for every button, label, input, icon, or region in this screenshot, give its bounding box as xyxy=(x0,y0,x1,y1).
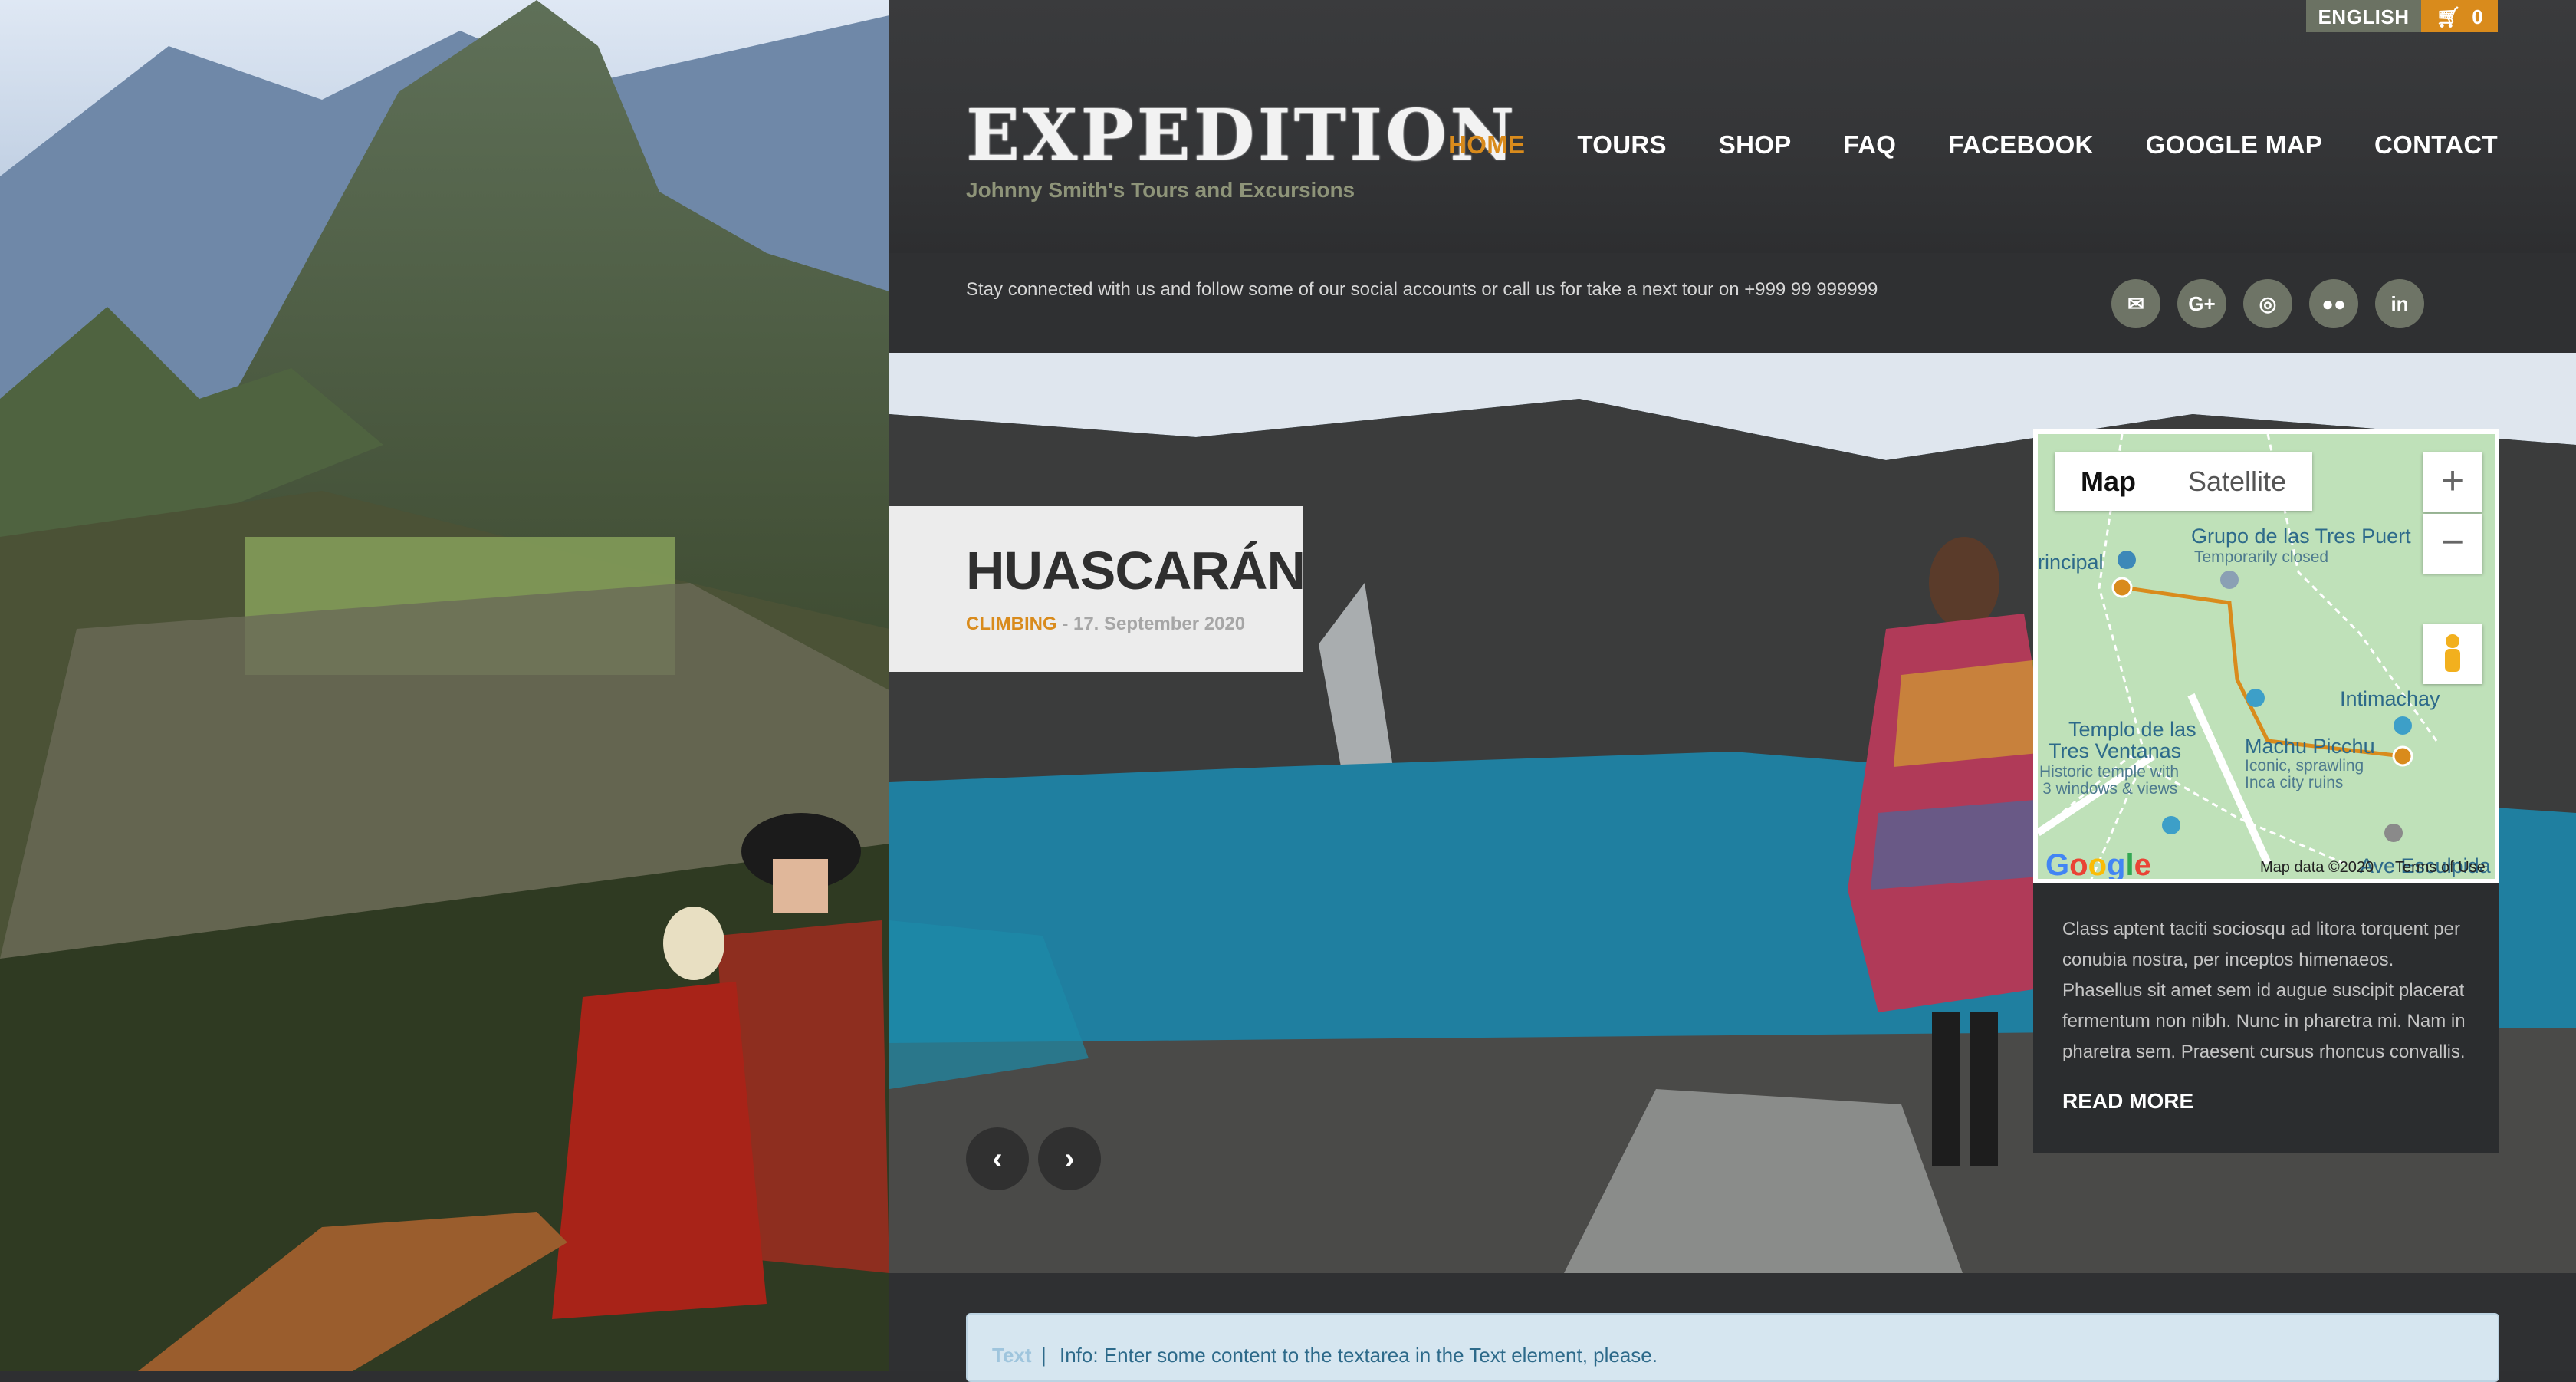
street-view-pegman-icon[interactable] xyxy=(2423,624,2482,684)
read-more-link[interactable]: READ MORE xyxy=(2062,1089,2193,1114)
map-tab-map[interactable]: Map xyxy=(2055,452,2162,511)
slide-info-text: Class aptent taciti sociosqu ad litora t… xyxy=(2062,919,2466,1062)
social-icons: ✉ G+ ◎ ●● in xyxy=(2111,279,2424,328)
slider-prev-button[interactable]: ‹ xyxy=(966,1127,1029,1190)
slide-info-panel: Class aptent taciti sociosqu ad litora t… xyxy=(2033,883,2499,1153)
site-container: ENGLISH 🛒︎ 0 EXPEDITION Johnny Smith's To… xyxy=(889,0,2576,1382)
map-label-templo-2[interactable]: Tres Ventanas xyxy=(2049,739,2181,763)
slide-separator: - xyxy=(1056,614,1073,634)
cart-count: 0 xyxy=(2472,5,2483,28)
notice-tag: Text xyxy=(992,1344,1032,1367)
nav-contact[interactable]: CONTACT xyxy=(2374,130,2498,160)
language-switcher[interactable]: ENGLISH xyxy=(2306,0,2421,32)
map-label-intimachay[interactable]: Intimachay xyxy=(2340,687,2440,711)
slide-date: 17. September 2020 xyxy=(1073,614,1246,634)
map-data-credit: Map data ©2020 xyxy=(2260,859,2374,876)
map-zoom-out-button[interactable]: − xyxy=(2423,514,2482,574)
slide-meta: CLIMBING - 17. September 2020 xyxy=(966,614,1245,635)
map-label-machu-picchu[interactable]: Machu Picchu xyxy=(2245,735,2375,758)
nav-faq[interactable]: FAQ xyxy=(1844,130,1897,160)
map-label-grupo[interactable]: Grupo de las Tres Puert xyxy=(2191,525,2411,548)
social-text: Stay connected with us and follow some o… xyxy=(966,279,1878,300)
map-sub-templo-2: 3 windows & views xyxy=(2042,780,2178,798)
slide-caption: HUASCARÁN CLIMBING - 17. September 2020 xyxy=(889,506,1306,672)
nav-google-map[interactable]: GOOGLE MAP xyxy=(2146,130,2322,160)
cart-button[interactable]: 🛒︎ 0 xyxy=(2421,0,2498,32)
site-logo[interactable]: EXPEDITION xyxy=(966,97,1517,173)
site-tagline: Johnny Smith's Tours and Excursions xyxy=(966,178,1355,202)
cart-icon: 🛒︎ xyxy=(2436,5,2462,28)
hero-side-photo xyxy=(0,0,889,1371)
map-sub-templo-1: Historic temple with xyxy=(2039,763,2180,781)
chevron-left-icon: ‹ xyxy=(992,1141,1003,1176)
slide-title[interactable]: HUASCARÁN xyxy=(966,540,1306,601)
dribbble-icon[interactable]: ◎ xyxy=(2243,279,2292,328)
slider-next-button[interactable]: › xyxy=(1038,1127,1101,1190)
mail-icon[interactable]: ✉ xyxy=(2111,279,2160,328)
text-element-notice: Text | Info: Enter some content to the t… xyxy=(966,1313,2499,1382)
map-tab-satellite[interactable]: Satellite xyxy=(2162,452,2312,511)
notice-separator: | xyxy=(1041,1344,1046,1367)
map-sub-machu-2: Inca city ruins xyxy=(2245,774,2344,791)
google-map[interactable]: Map Satellite + − rincipal Grupo de las … xyxy=(2033,429,2499,883)
nav-tours[interactable]: TOURS xyxy=(1577,130,1666,160)
map-type-control: Map Satellite xyxy=(2055,452,2313,511)
nav-facebook[interactable]: FACEBOOK xyxy=(1948,130,2093,160)
chevron-right-icon: › xyxy=(1064,1141,1075,1176)
notice-message: Info: Enter some content to the textarea… xyxy=(1060,1344,1658,1367)
slide-category[interactable]: CLIMBING xyxy=(966,614,1057,634)
map-label-templo-1[interactable]: Templo de las xyxy=(2068,718,2196,742)
map-sub-grupo: Temporarily closed xyxy=(2194,548,2329,566)
main-nav: HOME TOURS SHOP FAQ FACEBOOK GOOGLE MAP … xyxy=(1448,130,2498,160)
map-label-principal: rincipal xyxy=(2038,551,2104,574)
linkedin-icon[interactable]: in xyxy=(2375,279,2424,328)
nav-home[interactable]: HOME xyxy=(1448,130,1525,160)
map-terms-link[interactable]: Terms of Use xyxy=(2395,859,2486,877)
map-zoom-in-button[interactable]: + xyxy=(2423,452,2482,512)
map-sub-machu-1: Iconic, sprawling xyxy=(2245,757,2364,775)
site-header: ENGLISH 🛒︎ 0 EXPEDITION Johnny Smith's To… xyxy=(889,0,2576,328)
flickr-icon[interactable]: ●● xyxy=(2309,279,2358,328)
google-logo: Google xyxy=(2045,848,2151,882)
hero-slider: HUASCARÁN CLIMBING - 17. September 2020 … xyxy=(889,353,2576,1273)
google-plus-icon[interactable]: G+ xyxy=(2177,279,2226,328)
nav-shop[interactable]: SHOP xyxy=(1719,130,1792,160)
